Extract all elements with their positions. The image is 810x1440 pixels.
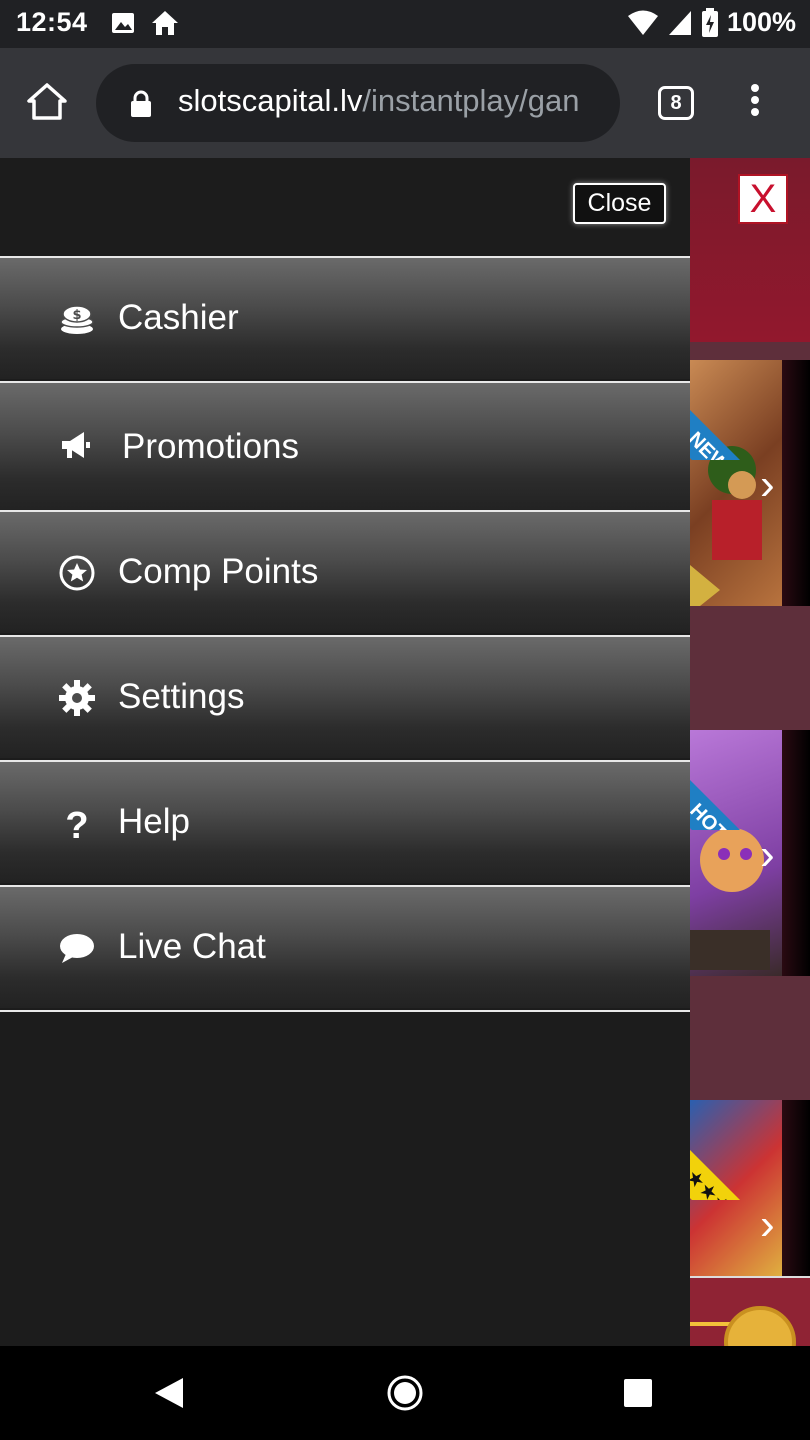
recents-icon[interactable] — [623, 1378, 653, 1408]
game-tile[interactable]: NEW › — [690, 360, 810, 606]
menu-item-label: Promotions — [122, 427, 300, 466]
gear-icon — [59, 680, 95, 716]
url-domain: slotscapital.lv — [178, 83, 363, 118]
home-circle-icon[interactable] — [387, 1375, 423, 1411]
url-bar[interactable]: slotscapital.lv/instantplay/gan — [96, 64, 620, 142]
megaphone-icon — [62, 432, 90, 458]
background-header: X — [690, 158, 810, 342]
home-icon[interactable] — [26, 81, 68, 123]
back-icon[interactable] — [153, 1376, 185, 1410]
menu-item-live-chat[interactable]: Live Chat — [0, 885, 690, 1008]
game-tile[interactable]: ★★★ › — [690, 1100, 810, 1276]
lock-icon — [131, 90, 151, 117]
status-right: 100% — [627, 7, 796, 38]
wifi-icon — [627, 10, 658, 35]
battery-icon — [701, 7, 718, 37]
navigation-bar — [0, 1346, 810, 1440]
image-icon — [112, 13, 134, 33]
menu-item-comp-points[interactable]: Comp Points — [0, 510, 690, 633]
new-ribbon: NEW — [690, 360, 790, 460]
hot-ribbon: HOT — [690, 730, 790, 830]
menu-item-promotions[interactable]: Promotions — [0, 381, 690, 511]
background-page: X NEW › HOT › ★★★ › — [690, 158, 810, 1346]
tile-shadow — [782, 1100, 810, 1276]
home-notification-icon — [152, 11, 178, 35]
chat-bubble-icon — [60, 934, 94, 963]
menu-item-label: Live Chat — [118, 927, 266, 966]
tile-shadow — [782, 730, 810, 976]
url-path: /instantplay/gan — [362, 83, 580, 118]
menu-item-settings[interactable]: Settings — [0, 635, 690, 758]
signal-icon — [668, 10, 691, 35]
game-tile[interactable]: HOT › — [690, 730, 810, 976]
status-bar: 12:54 100% — [0, 0, 810, 48]
background-close-button[interactable]: X — [738, 174, 788, 224]
status-time: 12:54 — [16, 7, 88, 37]
svg-text:$: $ — [72, 308, 81, 323]
battery-percent: 100% — [726, 7, 796, 37]
menu-divider — [0, 1010, 690, 1012]
status-notification-icons — [110, 8, 180, 38]
coins-icon: $ — [60, 305, 94, 334]
menu-item-help[interactable]: ? Help — [0, 760, 690, 883]
stars-ribbon: ★★★ — [690, 1100, 790, 1200]
menu-item-label: Comp Points — [118, 552, 319, 591]
tile-shadow — [782, 360, 810, 606]
browser-menu-button[interactable] — [748, 84, 762, 124]
bottom-banner — [690, 1276, 810, 1346]
menu-item-cashier[interactable]: $ Cashier — [0, 256, 690, 379]
browser-toolbar: slotscapital.lv/instantplay/gan 8 — [0, 48, 810, 158]
menu-item-label: Help — [118, 802, 190, 841]
svg-text:?: ? — [65, 805, 88, 842]
question-icon: ? — [65, 805, 88, 842]
screen: 12:54 100% slotscapital.lv/instantplay/g… — [0, 0, 810, 1440]
side-drawer: Close $ Cashier Promotions Comp Points S… — [0, 158, 690, 1346]
star-circle-icon — [59, 555, 95, 591]
menu-item-label: Cashier — [118, 298, 239, 337]
drawer-close-button[interactable]: Close — [573, 183, 666, 224]
url-text: slotscapital.lv/instantplay/gan — [178, 83, 608, 119]
tab-switcher-button[interactable]: 8 — [658, 86, 694, 120]
menu-item-label: Settings — [118, 677, 245, 716]
